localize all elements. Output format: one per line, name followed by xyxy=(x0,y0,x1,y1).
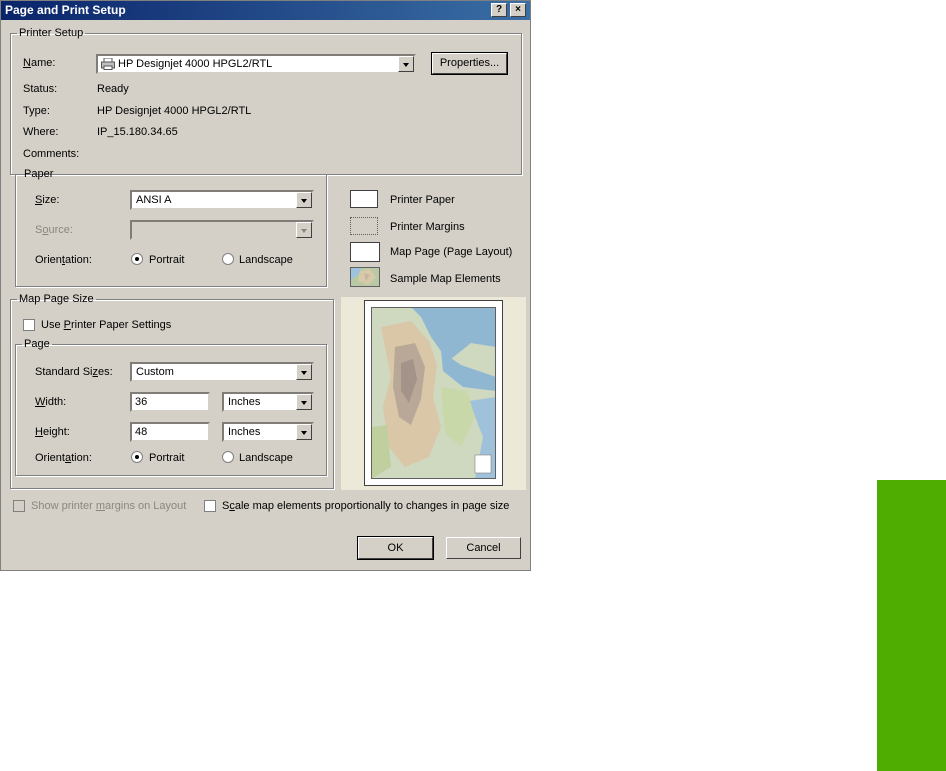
paper-orientation-label: Orientation: xyxy=(35,254,92,266)
width-input[interactable]: 36 xyxy=(130,392,210,412)
standard-sizes-value: Custom xyxy=(136,366,174,378)
where-value: IP_15.180.34.65 xyxy=(97,126,178,138)
page-landscape-label[interactable]: Landscape xyxy=(239,452,293,464)
where-label: Where: xyxy=(23,126,59,138)
map-page-legend-label: Map Page (Page Layout) xyxy=(390,246,513,258)
height-label: Height: xyxy=(35,426,70,438)
type-label: Type: xyxy=(23,105,50,117)
cancel-button[interactable]: Cancel xyxy=(446,537,521,559)
map-page-swatch xyxy=(350,242,380,262)
height-unit-select[interactable]: Inches xyxy=(222,422,314,442)
window-title: Page and Print Setup xyxy=(5,3,126,17)
paper-landscape-radio[interactable] xyxy=(222,253,234,265)
printer-paper-legend-label: Printer Paper xyxy=(390,194,455,206)
map-page-size-legend: Map Page Size xyxy=(19,293,94,305)
status-label: Status: xyxy=(23,83,58,95)
chevron-down-icon[interactable] xyxy=(296,424,312,440)
comments-label: Comments: xyxy=(23,148,80,160)
paper-source-select xyxy=(130,220,314,240)
chevron-down-icon[interactable] xyxy=(296,394,312,410)
preview-page xyxy=(364,300,503,486)
show-margins-checkbox xyxy=(13,500,25,512)
width-label: Width: xyxy=(35,396,67,408)
scale-elements-checkbox[interactable] xyxy=(204,500,216,512)
help-button[interactable]: ? xyxy=(491,3,507,17)
chevron-down-icon xyxy=(296,222,312,238)
printer-name-label: Name: xyxy=(23,57,56,69)
printer-setup-legend: Printer Setup xyxy=(19,27,84,39)
width-unit-select[interactable]: Inches xyxy=(222,392,314,412)
printer-paper-swatch xyxy=(350,190,378,208)
paper-size-label: Size: xyxy=(35,194,60,206)
width-input-value: 36 xyxy=(135,396,148,408)
paper-size-value: ANSI A xyxy=(136,194,172,206)
printer-setup-group: Printer Setup xyxy=(10,27,522,175)
height-unit-value: Inches xyxy=(228,426,261,438)
standard-sizes-label: Standard Sizes: xyxy=(35,366,113,378)
page-legend: Page xyxy=(24,338,50,350)
sample-elements-legend-label: Sample Map Elements xyxy=(390,273,501,285)
printer-name-select[interactable]: HP Designjet 4000 HPGL2/RTL xyxy=(96,54,416,74)
preview-map-image xyxy=(371,307,496,479)
show-margins-label: Show printer margins on Layout xyxy=(31,500,187,512)
title-bar[interactable]: Page and Print Setup ? × xyxy=(1,1,530,20)
paper-landscape-label[interactable]: Landscape xyxy=(239,254,293,266)
scale-elements-label[interactable]: Scale map elements proportionally to cha… xyxy=(222,500,509,512)
paper-source-label: Source: xyxy=(35,224,73,236)
use-printer-paper-label[interactable]: Use Printer Paper Settings xyxy=(41,319,171,331)
printer-name-value: HP Designjet 4000 HPGL2/RTL xyxy=(118,58,273,70)
properties-button[interactable]: Properties... xyxy=(431,52,508,75)
page-print-setup-dialog: Page and Print Setup ? × Printer Setup N… xyxy=(0,0,531,571)
side-tab-marker xyxy=(877,480,946,771)
page-portrait-label[interactable]: Portrait xyxy=(149,452,184,464)
page-orientation-label: Orientation: xyxy=(35,452,92,464)
width-unit-value: Inches xyxy=(228,396,261,408)
close-button[interactable]: × xyxy=(510,3,526,17)
printer-margins-legend-label: Printer Margins xyxy=(390,221,465,233)
type-value: HP Designjet 4000 HPGL2/RTL xyxy=(97,105,252,117)
layout-preview-panel xyxy=(341,297,526,490)
chevron-down-icon[interactable] xyxy=(296,192,312,208)
height-input-value: 48 xyxy=(135,426,148,438)
page-portrait-radio[interactable] xyxy=(131,451,143,463)
page-landscape-radio[interactable] xyxy=(222,451,234,463)
chevron-down-icon[interactable] xyxy=(398,56,414,72)
paper-legend: Paper xyxy=(24,168,54,180)
chevron-down-icon[interactable] xyxy=(296,364,312,380)
paper-size-select[interactable]: ANSI A xyxy=(130,190,314,210)
printer-icon xyxy=(101,57,115,70)
standard-sizes-select[interactable]: Custom xyxy=(130,362,314,382)
printer-margins-swatch xyxy=(350,217,378,235)
use-printer-paper-checkbox[interactable] xyxy=(23,319,35,331)
height-input[interactable]: 48 xyxy=(130,422,210,442)
paper-portrait-radio[interactable] xyxy=(131,253,143,265)
sample-map-elements-icon xyxy=(350,267,380,287)
status-value: Ready xyxy=(97,83,129,95)
ok-button[interactable]: OK xyxy=(357,536,434,560)
paper-portrait-label[interactable]: Portrait xyxy=(149,254,184,266)
